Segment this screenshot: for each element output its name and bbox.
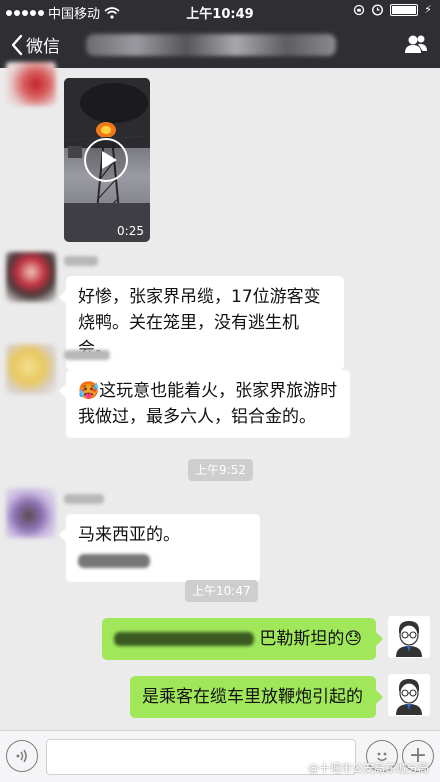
message-text: 马来西亚的。	[78, 525, 180, 545]
back-chevron-icon	[11, 34, 23, 55]
my-avatar[interactable]	[388, 616, 430, 658]
chat-title-redacted	[86, 34, 336, 56]
avatar[interactable]	[6, 252, 56, 302]
message-bubble[interactable]: 巴勒斯坦的😓	[102, 618, 383, 660]
cartoon-avatar-icon	[396, 679, 422, 715]
back-label: 微信	[26, 37, 60, 57]
timestamp: 上午9:52	[188, 459, 253, 481]
sender-name-redacted	[64, 256, 98, 266]
contacts-icon	[405, 35, 427, 53]
voice-button[interactable]	[6, 740, 38, 772]
status-right: ⚡	[353, 3, 432, 16]
message-bubble[interactable]: 马来西亚的。	[59, 514, 260, 582]
back-button[interactable]: 微信	[10, 32, 60, 57]
timestamp: 上午10:47	[185, 580, 258, 602]
avatar[interactable]	[6, 344, 56, 394]
avatar[interactable]	[6, 62, 56, 106]
redacted-text	[114, 632, 254, 646]
message-bubble[interactable]: 🥵这玩意也能着火，张家界旅游时我做过，最多六人，铝合金的。	[59, 370, 350, 438]
message-text: 这玩意也能着火，张家界旅游时我做过，最多六人，铝合金的。	[78, 381, 338, 427]
cartoon-avatar-icon	[396, 621, 422, 657]
charging-icon: ⚡	[424, 3, 432, 16]
sender-name-redacted	[64, 494, 104, 504]
video-message[interactable]: 0:25	[64, 78, 150, 242]
chat-messages[interactable]: 0:25 好惨，张家界吊缆，17位游客变烧鸭。关在笼里，没有逃生机会。 🥵这玩意…	[0, 62, 440, 730]
voice-icon	[16, 749, 27, 763]
alarm-icon	[372, 4, 384, 16]
play-icon[interactable]	[84, 138, 128, 182]
rotation-lock-icon	[354, 4, 365, 15]
video-duration: 0:25	[117, 224, 144, 238]
sender-name-redacted	[64, 350, 110, 360]
emoji-sad-sweat-icon: 😓	[344, 629, 363, 649]
message-text: 巴勒斯坦的	[259, 629, 345, 649]
chat-info-button[interactable]	[404, 34, 428, 58]
emoji-sweat-icon: 🥵	[78, 381, 100, 401]
avatar[interactable]	[6, 488, 56, 538]
watermark: @十堰市公安局东城分局	[308, 762, 429, 775]
message-text: 好惨，张家界吊缆，17位游客变烧鸭。关在笼里，没有逃生机会。	[78, 287, 321, 359]
status-bar: 中国移动 上午10:49 ⚡	[0, 0, 440, 22]
message-text: 是乘客在缆车里放鞭炮引起的	[142, 687, 363, 707]
my-avatar[interactable]	[388, 674, 430, 716]
chat-header: 微信	[0, 22, 440, 68]
message-bubble[interactable]: 是乘客在缆车里放鞭炮引起的	[130, 676, 383, 718]
redacted-text	[78, 554, 150, 568]
battery-icon	[390, 3, 419, 16]
